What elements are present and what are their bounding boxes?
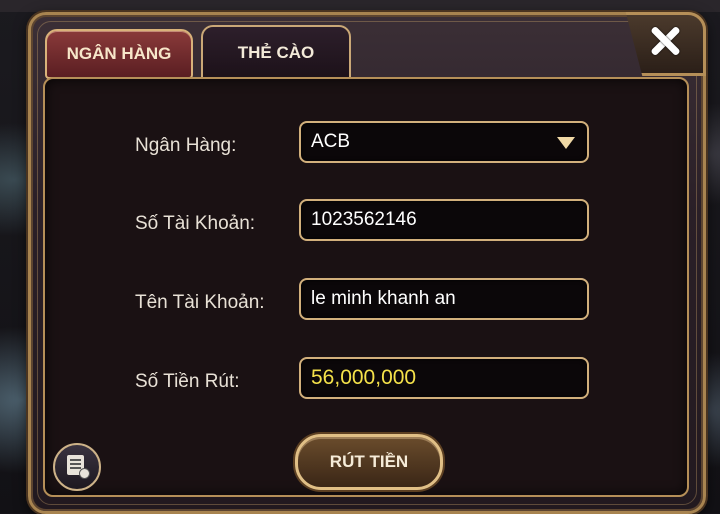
account-number-field[interactable]: 1023562146 xyxy=(299,199,589,241)
account-name-field[interactable]: le minh khanh an xyxy=(299,278,589,320)
history-button[interactable] xyxy=(53,443,101,491)
tab-bank[interactable]: NGÂN HÀNG xyxy=(45,29,193,79)
tab-scratch-card[interactable]: THẺ CÀO xyxy=(201,25,351,81)
close-icon xyxy=(645,21,685,61)
background-top-bar xyxy=(0,0,720,12)
account-number-label: Số Tài Khoản: xyxy=(135,213,256,234)
tab-bank-label: NGÂN HÀNG xyxy=(66,44,172,63)
history-icon xyxy=(67,455,90,479)
close-button[interactable] xyxy=(625,12,706,76)
account-number-value: 1023562146 xyxy=(311,209,417,230)
amount-field[interactable]: 56,000,000 xyxy=(299,357,589,399)
amount-value: 56,000,000 xyxy=(311,366,417,389)
account-name-label: Tên Tài Khoản: xyxy=(135,292,265,313)
form-panel: Ngân Hàng: ACB Số Tài Khoản: 1023562146 … xyxy=(43,77,689,497)
withdraw-dialog: NGÂN HÀNG THẺ CÀO Ngân Hàng: ACB Số Tài … xyxy=(28,12,706,514)
bank-select-value: ACB xyxy=(311,131,351,152)
withdraw-button-label: RÚT TIỀN xyxy=(329,452,409,471)
tab-scratch-card-label: THẺ CÀO xyxy=(237,43,315,62)
bank-label: Ngân Hàng: xyxy=(135,135,237,156)
amount-label: Số Tiền Rút: xyxy=(135,371,240,392)
withdraw-button[interactable]: RÚT TIỀN xyxy=(295,434,443,490)
account-name-value: le minh khanh an xyxy=(311,288,456,309)
chevron-down-icon xyxy=(557,137,575,149)
bank-select[interactable]: ACB xyxy=(299,121,589,163)
